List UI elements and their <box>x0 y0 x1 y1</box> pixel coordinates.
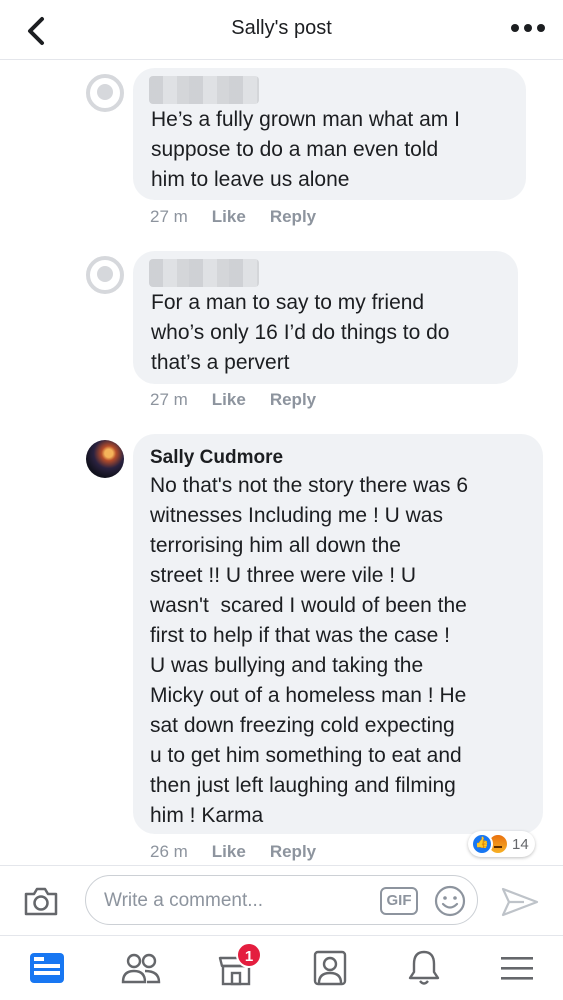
comment-input-placeholder: Write a comment... <box>104 890 264 911</box>
menu-icon <box>501 957 533 980</box>
comment-meta: 26 m Like Reply <box>150 842 316 862</box>
comment-timestamp: 27 m <box>150 207 188 226</box>
comment-author[interactable]: Sally Cudmore <box>150 447 283 469</box>
nav-friends[interactable] <box>119 946 163 990</box>
nav-marketplace[interactable]: 1 <box>214 942 262 990</box>
camera-icon[interactable] <box>22 884 60 918</box>
top-bar: Sally's post <box>0 0 563 60</box>
blurred-author-name[interactable] <box>149 76 259 104</box>
comment-meta: 27 m Like Reply <box>150 390 316 410</box>
notification-badge: 1 <box>236 942 262 968</box>
friends-icon <box>121 953 161 984</box>
avatar[interactable] <box>86 440 124 478</box>
profile-icon <box>313 950 347 986</box>
comment-meta: 27 m Like Reply <box>150 207 316 227</box>
comment-composer: Write a comment... GIF <box>0 865 563 935</box>
like-link[interactable]: Like <box>212 390 246 410</box>
reply-link[interactable]: Reply <box>270 390 316 410</box>
comment-bubble: He’s a fully grown man what am I suppose… <box>133 68 526 200</box>
nav-profile[interactable] <box>308 946 352 990</box>
comment-text: For a man to say to my friend who’s only… <box>151 291 450 374</box>
comment-input[interactable]: Write a comment... GIF <box>85 875 478 925</box>
comment-text: He’s a fully grown man what am I suppose… <box>151 108 460 191</box>
avatar[interactable] <box>86 256 124 294</box>
bottom-nav: 1 <box>0 935 563 1000</box>
nav-news-feed[interactable] <box>25 946 69 990</box>
comment-text: No that's not the story there was 6 witn… <box>150 474 469 827</box>
more-options-icon[interactable] <box>511 24 545 32</box>
like-link[interactable]: Like <box>212 842 246 862</box>
emoji-icon[interactable] <box>433 884 467 918</box>
news-feed-icon <box>30 953 64 983</box>
comment-bubble: For a man to say to my friend who’s only… <box>133 251 518 384</box>
like-link[interactable]: Like <box>212 207 246 227</box>
comment-bubble: Sally Cudmore No that's not the story th… <box>133 434 543 834</box>
comment-timestamp: 27 m <box>150 390 188 409</box>
reply-link[interactable]: Reply <box>270 207 316 227</box>
reaction-summary[interactable]: 14 <box>468 831 535 857</box>
nav-menu[interactable] <box>495 946 539 990</box>
avatar[interactable] <box>86 74 124 112</box>
comment-timestamp: 26 m <box>150 842 188 861</box>
notifications-icon <box>408 950 440 985</box>
reply-link[interactable]: Reply <box>270 842 316 862</box>
like-reaction-icon <box>471 833 493 855</box>
page-title: Sally's post <box>231 17 332 39</box>
send-icon[interactable] <box>500 886 540 918</box>
blurred-author-name[interactable] <box>149 259 259 287</box>
reaction-count: 14 <box>512 835 529 853</box>
gif-button[interactable]: GIF <box>380 887 418 915</box>
nav-notifications[interactable] <box>402 946 446 990</box>
